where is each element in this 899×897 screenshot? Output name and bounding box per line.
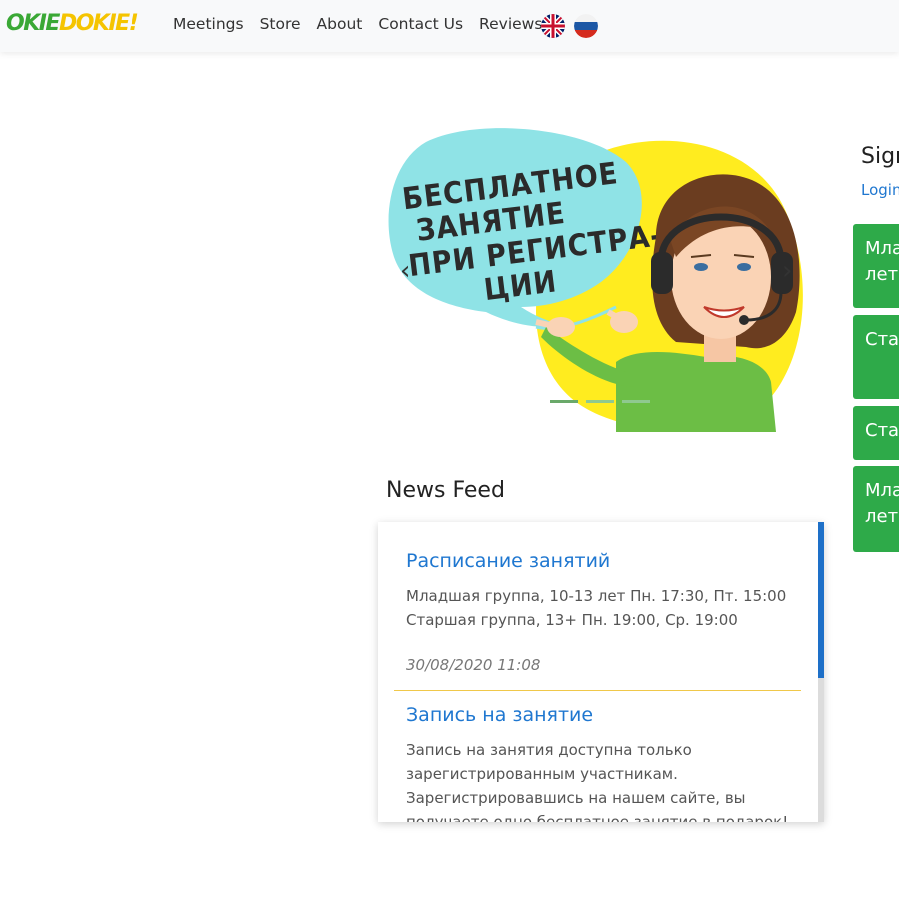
news-item-date: 30/08/2020 11:08 (406, 656, 541, 674)
main-nav: Meetings Store About Contact Us Reviews (173, 15, 542, 33)
news-line: Запись на занятия доступна только (406, 741, 692, 759)
group-box-line1: Ста (865, 420, 899, 441)
sidebar-title: Sign (861, 144, 899, 169)
news-scrollbar[interactable] (818, 522, 824, 822)
nav-store[interactable]: Store (260, 15, 301, 33)
login-link[interactable]: Login (861, 181, 899, 199)
hero-carousel: БЕСПЛАТНОЕ ЗАНЯТИЕ ПРИ РЕГИСТРА- ЦИИ (386, 122, 806, 432)
news-feed-card[interactable]: Расписание занятий Младшая группа, 10-13… (378, 522, 824, 822)
logo-part2: DOKIE! (58, 11, 139, 36)
nav-meetings[interactable]: Meetings (173, 15, 244, 33)
news-item-title[interactable]: Запись на занятие (406, 704, 806, 726)
chevron-right-icon[interactable]: › (782, 258, 792, 284)
nav-contact-us[interactable]: Contact Us (378, 15, 463, 33)
news-line: Младшая группа, 10-13 лет Пн. 17:30, Пт.… (406, 587, 787, 605)
news-line: Старшая группа, 13+ Пн. 19:00, Ср. 19:00 (406, 611, 738, 629)
news-item: Расписание занятий Младшая группа, 10-13… (406, 550, 806, 674)
carousel-indicator-2[interactable] (586, 400, 614, 403)
uk-flag-icon[interactable] (541, 14, 565, 38)
group-box-4[interactable]: Мла лет (853, 466, 899, 552)
group-box-line2: лет (865, 506, 899, 527)
group-box-1[interactable]: Мла лет (853, 224, 899, 308)
news-line: получаете одно бесплатное занятие в пода… (406, 813, 789, 822)
news-feed-heading: News Feed (386, 478, 505, 503)
logo-part1: OKIE (6, 11, 60, 36)
news-item-title[interactable]: Расписание занятий (406, 550, 806, 572)
nav-reviews[interactable]: Reviews (479, 15, 542, 33)
carousel-indicator-1[interactable] (550, 400, 578, 403)
group-box-2[interactable]: Ста (853, 315, 899, 399)
group-box-line1: Мла (865, 480, 899, 501)
russia-flag-icon[interactable] (574, 14, 598, 38)
news-line: Зарегистрировавшись на нашем сайте, вы (406, 789, 746, 807)
news-item: Запись на занятие Запись на занятия дост… (406, 704, 806, 822)
group-box-3[interactable]: Ста (853, 406, 899, 460)
nav-about[interactable]: About (317, 15, 363, 33)
group-box-line1: Ста (865, 329, 899, 350)
news-item-body: Запись на занятия доступна только зареги… (406, 738, 806, 822)
carousel-indicator-3[interactable] (622, 400, 650, 403)
navbar: OKIEDOKIE! Meetings Store About Contact … (0, 0, 899, 52)
group-box-line1: Мла (865, 238, 899, 259)
group-box-line2: лет (865, 264, 899, 285)
news-scrollbar-thumb[interactable] (818, 522, 824, 678)
hero-illustration: БЕСПЛАТНОЕ ЗАНЯТИЕ ПРИ РЕГИСТРА- ЦИИ (388, 128, 803, 432)
news-line: зарегистрированным участникам. (406, 765, 678, 783)
chevron-left-icon[interactable]: ‹ (400, 258, 410, 284)
news-item-body: Младшая группа, 10-13 лет Пн. 17:30, Пт.… (406, 584, 806, 632)
news-divider (394, 690, 801, 691)
logo[interactable]: OKIEDOKIE! (6, 11, 139, 36)
